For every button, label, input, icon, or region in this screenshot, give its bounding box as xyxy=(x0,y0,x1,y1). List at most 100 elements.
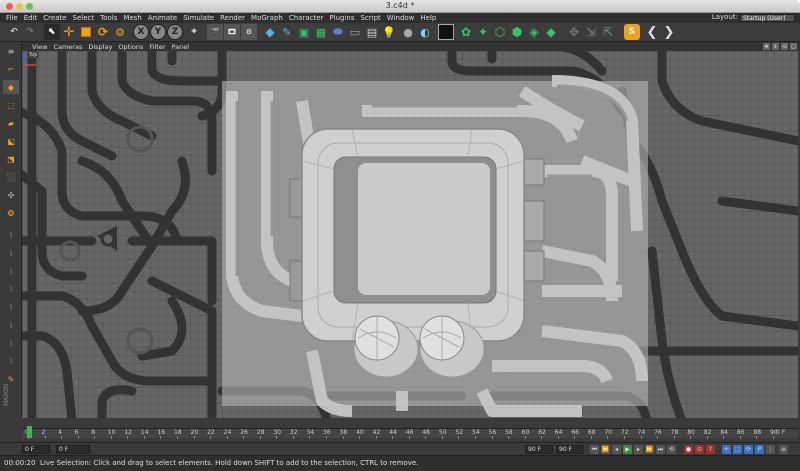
snap-settings-icon[interactable]: ⌇ xyxy=(3,228,19,242)
menu-file[interactable]: File xyxy=(6,14,18,22)
menu-animate[interactable]: Animate xyxy=(148,14,177,22)
menu-select[interactable]: Select xyxy=(73,14,95,22)
position-key-icon[interactable]: ✛ xyxy=(722,445,731,454)
autokey-icon[interactable]: ⊙ xyxy=(695,445,704,454)
viewport-menu-panel[interactable]: Panel xyxy=(172,43,190,51)
scale-icon[interactable] xyxy=(78,24,94,40)
go-to-end-icon[interactable]: ⏭ xyxy=(656,445,665,454)
play-icon[interactable]: ▶ xyxy=(623,445,632,454)
viewport-menu-filter[interactable]: Filter xyxy=(149,43,165,51)
layout-select[interactable]: Startup (User) xyxy=(740,14,795,22)
tweak-icon[interactable]: ❂ xyxy=(3,206,19,220)
point-level-key-icon[interactable]: ⋮ xyxy=(766,445,775,454)
current-frame-field[interactable]: 0 F xyxy=(56,445,90,454)
go-to-start-icon[interactable]: ⏮ xyxy=(590,445,599,454)
texture-tool-icon[interactable]: ⬚ xyxy=(3,98,19,112)
viewport-menu-view[interactable]: View xyxy=(32,43,47,51)
edges-mode-icon[interactable]: ⬡ xyxy=(492,24,508,40)
end-frame-field[interactable]: 90 F xyxy=(525,445,553,454)
lock-workplane-icon[interactable]: ⌇ xyxy=(3,246,19,260)
menu-character[interactable]: Character xyxy=(289,14,324,22)
rotate-icon[interactable]: ⟳ xyxy=(95,24,111,40)
x-axis-button[interactable]: X xyxy=(133,24,149,40)
axis-mode-icon[interactable]: ⇲ xyxy=(583,24,599,40)
previous-frame-icon[interactable]: ◂ xyxy=(612,445,621,454)
timeline-menu-icon[interactable]: ≡ xyxy=(779,445,788,454)
subdivision-surface-icon[interactable]: ▣ xyxy=(296,24,312,40)
point-tool-icon[interactable]: ⬕ xyxy=(3,134,19,148)
object-mode-icon[interactable]: ◆ xyxy=(543,24,559,40)
pan-icon[interactable]: ✥ xyxy=(763,43,770,50)
texture-mode-icon[interactable]: ⇱ xyxy=(600,24,616,40)
timeline[interactable]: 0246810121416182022242628303234363840424… xyxy=(0,418,800,442)
workplane-tool-icon[interactable]: ▰ xyxy=(3,116,19,130)
z-axis-button[interactable]: Z xyxy=(167,24,183,40)
model-mode-icon[interactable]: ◈ xyxy=(526,24,542,40)
camera-icon[interactable]: ▤ xyxy=(364,24,380,40)
timeline-ruler[interactable]: 0246810121416182022242628303234363840424… xyxy=(22,428,798,439)
planar-workplane-icon[interactable]: ⌇ xyxy=(3,264,19,278)
record-active-icon[interactable]: ● xyxy=(684,445,693,454)
start-frame-field[interactable]: 0 F xyxy=(22,445,50,454)
live-selection-icon[interactable]: ⬉ xyxy=(44,24,60,40)
move-icon[interactable]: ✛ xyxy=(61,24,77,40)
menu-create[interactable]: Create xyxy=(43,14,66,22)
undo-icon[interactable]: ↶ xyxy=(6,24,22,40)
quantize-icon[interactable]: ⌇ xyxy=(3,282,19,296)
keyframe-selection-icon[interactable]: ? xyxy=(706,445,715,454)
timeline-playhead[interactable] xyxy=(27,426,32,438)
cube-icon[interactable]: ◆ xyxy=(262,24,278,40)
points-mode-icon[interactable]: ✦ xyxy=(475,24,491,40)
menu-tools[interactable]: Tools xyxy=(100,14,117,22)
sculpt-icon[interactable]: ⌇ xyxy=(3,336,19,350)
recent-tool-icon[interactable]: ⚙ xyxy=(112,24,128,40)
viewport-menu-cameras[interactable]: Cameras xyxy=(53,43,82,51)
forward-arrow-icon[interactable]: ❯ xyxy=(661,24,677,40)
zoom-icon[interactable]: ⇕ xyxy=(772,43,779,50)
menu-plugins[interactable]: Plugins xyxy=(329,14,354,22)
menu-simulate[interactable]: Simulate xyxy=(183,14,214,22)
menu-edit[interactable]: Edit xyxy=(24,14,38,22)
menu-script[interactable]: Script xyxy=(360,14,380,22)
viewport-menu-options[interactable]: Options xyxy=(118,43,143,51)
next-key-icon[interactable]: ⏩ xyxy=(645,445,654,454)
rotation-key-icon[interactable]: ⟳ xyxy=(744,445,753,454)
menu-mesh[interactable]: Mesh xyxy=(123,14,141,22)
floor-icon[interactable]: ▭ xyxy=(347,24,363,40)
render-settings-icon[interactable]: ⚙ xyxy=(241,24,257,40)
previous-key-icon[interactable]: ⏪ xyxy=(601,445,610,454)
loop-icon[interactable]: ⟲ xyxy=(667,445,676,454)
sky-icon[interactable]: ● xyxy=(400,24,416,40)
next-frame-icon[interactable]: ▸ xyxy=(634,445,643,454)
snap-icon[interactable]: ✥ xyxy=(566,24,582,40)
menu-window[interactable]: Window xyxy=(387,14,415,22)
workplane-icon[interactable] xyxy=(438,24,454,40)
model-tool-icon[interactable]: ◆ xyxy=(3,80,19,94)
max-frame-field[interactable]: 90 F xyxy=(556,445,584,454)
menu-help[interactable]: Help xyxy=(420,14,436,22)
paint-icon[interactable]: ⌇ xyxy=(3,354,19,368)
top-viewport[interactable]: Top xyxy=(22,51,798,418)
enable-axis-icon[interactable]: ✣ xyxy=(3,188,19,202)
coordinate-system-icon[interactable]: ⌖ xyxy=(186,24,202,40)
script-manager-icon[interactable]: S xyxy=(624,24,640,40)
deformer-icon[interactable]: ⬬ xyxy=(330,24,346,40)
array-icon[interactable]: ▦ xyxy=(313,24,329,40)
polygons-mode-icon[interactable]: ⬢ xyxy=(509,24,525,40)
light-icon[interactable]: 💡 xyxy=(381,24,397,40)
render-view-icon[interactable]: 🎬 xyxy=(207,24,223,40)
pen-spline-icon[interactable]: ✎ xyxy=(279,24,295,40)
rotate-view-icon[interactable]: ⟲ xyxy=(781,43,788,50)
edit-mode-icon[interactable]: ✿ xyxy=(458,24,474,40)
polygon-tool-icon[interactable]: ⬛ xyxy=(3,170,19,184)
edge-tool-icon[interactable]: ⬔ xyxy=(3,152,19,166)
menu-mograph[interactable]: MoGraph xyxy=(251,14,283,22)
parameter-key-icon[interactable]: P xyxy=(755,445,764,454)
menu-render[interactable]: Render xyxy=(220,14,245,22)
render-picture-viewer-icon[interactable]: 🎞 xyxy=(224,24,240,40)
back-arrow-icon[interactable]: ❮ xyxy=(644,24,660,40)
y-axis-button[interactable]: Y xyxy=(150,24,166,40)
redo-icon[interactable]: ↷ xyxy=(22,24,38,40)
environment-icon[interactable]: ◐ xyxy=(417,24,433,40)
make-editable-icon[interactable]: ⌐ xyxy=(3,62,19,76)
